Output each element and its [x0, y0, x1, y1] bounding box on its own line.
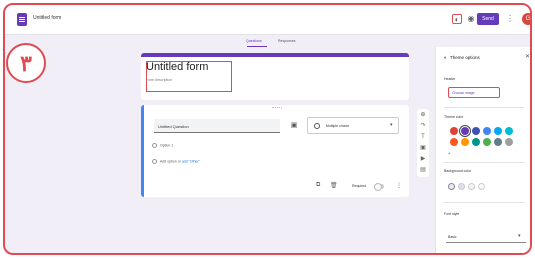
- theme-color-swatch[interactable]: [472, 127, 480, 135]
- background-color-swatch[interactable]: [458, 183, 465, 190]
- theme-color-swatch[interactable]: [494, 138, 502, 146]
- theme-options-panel: ◐ Theme options ✕ Header Choose image The…: [435, 47, 530, 253]
- question-type-label: Multiple choice: [326, 124, 350, 128]
- radio-icon: [314, 123, 320, 129]
- form-tabs: Questions Responses: [240, 37, 310, 47]
- add-option-row[interactable]: Add option or add "Other": [152, 159, 200, 164]
- duplicate-icon[interactable]: ⧉: [316, 182, 320, 189]
- theme-color-label: Theme color: [444, 115, 464, 119]
- add-section-icon[interactable]: ▤: [419, 166, 427, 174]
- required-toggle[interactable]: [374, 183, 384, 191]
- add-question-icon[interactable]: ⊕: [419, 111, 427, 119]
- theme-panel-title: Theme options: [450, 55, 480, 60]
- font-style-dropdown[interactable]: Basic ▾: [446, 232, 526, 243]
- theme-color-swatch[interactable]: [483, 127, 491, 135]
- theme-color-swatch[interactable]: [472, 138, 480, 146]
- import-questions-icon[interactable]: ↷: [419, 122, 427, 130]
- add-image-icon[interactable]: ▣: [289, 121, 299, 131]
- background-color-swatch[interactable]: [478, 183, 485, 190]
- tab-questions[interactable]: Questions: [246, 39, 262, 43]
- step-number-badge: ۳: [6, 43, 46, 83]
- send-button[interactable]: Send: [477, 13, 499, 25]
- form-description[interactable]: Form description: [146, 78, 172, 82]
- form-title-card[interactable]: Untitled form Form description: [141, 53, 409, 100]
- background-color-swatch[interactable]: [468, 183, 475, 190]
- question-type-dropdown[interactable]: Multiple choice ▾: [307, 117, 399, 134]
- option-row[interactable]: Option 1: [152, 143, 173, 148]
- floating-toolbar: ⊕ ↷ T ▣ ▶ ▤: [417, 109, 429, 177]
- form-title[interactable]: Untitled form: [146, 61, 208, 73]
- add-title-icon[interactable]: T: [419, 133, 427, 141]
- theme-color-swatch[interactable]: [461, 138, 469, 146]
- option-label: Option 1: [160, 143, 174, 148]
- required-label: Required: [352, 184, 367, 188]
- radio-icon: [152, 143, 157, 148]
- choose-image-button[interactable]: Choose image: [448, 87, 500, 98]
- palette-icon[interactable]: ◐: [452, 14, 462, 24]
- divider: [444, 162, 524, 163]
- add-video-icon[interactable]: ▶: [419, 155, 427, 163]
- question-title: Untitled Question: [158, 124, 189, 129]
- or-text: or: [177, 159, 181, 164]
- document-title[interactable]: Untitled form: [33, 15, 61, 21]
- theme-color-swatch[interactable]: [505, 138, 513, 146]
- theme-color-swatch[interactable]: [483, 138, 491, 146]
- background-color-swatch[interactable]: [448, 183, 455, 190]
- more-vert-icon[interactable]: ⋮: [396, 182, 402, 189]
- font-style-label: Font style: [444, 212, 460, 216]
- chevron-down-icon: ▾: [390, 122, 393, 128]
- question-footer: ⧉ 🗑 Required ⋮: [316, 182, 406, 192]
- add-option-link[interactable]: Add option: [160, 159, 177, 163]
- background-color-label: Background color: [444, 169, 472, 173]
- theme-color-swatch[interactable]: [494, 127, 502, 135]
- radio-icon: [152, 159, 157, 164]
- divider: [444, 202, 524, 203]
- avatar[interactable]: G: [522, 13, 530, 25]
- tab-responses[interactable]: Responses: [278, 39, 296, 43]
- question-card[interactable]: Untitled Question ▣ Multiple choice ▾ Op…: [141, 105, 409, 197]
- theme-color-swatch[interactable]: [505, 127, 513, 135]
- forms-logo-icon[interactable]: [17, 13, 27, 26]
- question-title-input[interactable]: Untitled Question: [154, 119, 280, 133]
- theme-color-swatch[interactable]: [450, 127, 458, 135]
- header-section-label: Header: [444, 77, 456, 81]
- theme-panel-header: ◐ Theme options: [444, 55, 480, 61]
- more-vert-icon[interactable]: ⋮: [505, 14, 515, 24]
- theme-color-swatch[interactable]: [450, 138, 458, 146]
- delete-icon[interactable]: 🗑: [330, 182, 338, 189]
- eye-icon[interactable]: ◉: [466, 14, 476, 24]
- choose-image-label: Choose image: [452, 91, 475, 95]
- add-image-icon[interactable]: ▣: [419, 144, 427, 152]
- palette-icon: ◐: [444, 55, 448, 61]
- add-other-link[interactable]: add "Other": [182, 159, 200, 163]
- drag-handle-icon[interactable]: [272, 107, 282, 109]
- active-tab-indicator: [247, 46, 267, 47]
- top-bar: Untitled form ◐ ◉ Send ⋮ G: [5, 5, 530, 35]
- add-custom-color-icon[interactable]: +: [448, 151, 451, 157]
- screenshot-frame: Untitled form ◐ ◉ Send ⋮ G Questions Res…: [3, 3, 532, 255]
- close-icon[interactable]: ✕: [525, 53, 530, 60]
- theme-color-swatch[interactable]: [461, 127, 469, 135]
- chevron-down-icon: ▾: [518, 233, 521, 239]
- divider: [444, 107, 524, 108]
- font-style-value: Basic: [448, 235, 457, 239]
